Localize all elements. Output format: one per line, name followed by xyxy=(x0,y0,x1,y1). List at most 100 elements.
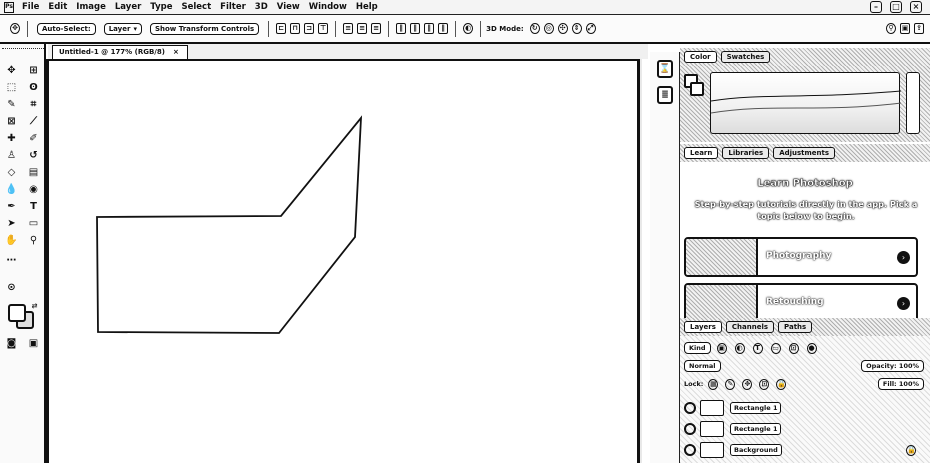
lock-image-icon[interactable]: ✎ xyxy=(725,378,736,390)
menu-image[interactable]: Image xyxy=(76,2,106,12)
tab-adjustments[interactable]: Adjustments xyxy=(773,147,836,159)
auto-align-icon[interactable]: ◐ xyxy=(463,23,474,34)
distribute-width-icon[interactable]: ‖ xyxy=(438,23,449,34)
visibility-eye-icon[interactable] xyxy=(684,444,696,456)
healing-brush-tool-icon[interactable]: ✚ xyxy=(5,132,18,145)
tab-swatches[interactable]: Swatches xyxy=(720,51,771,63)
foreground-color-swatch[interactable] xyxy=(8,304,26,322)
gradient-tool-icon[interactable]: ▤ xyxy=(27,166,40,179)
tab-color[interactable]: Color xyxy=(684,51,717,63)
learn-card-photography[interactable]: Photography › xyxy=(684,237,918,277)
distribute-hcenter-icon[interactable]: ‖ xyxy=(410,23,421,34)
eyedropper-tool-icon[interactable]: ⟋ xyxy=(27,115,40,128)
document-tab[interactable]: Untitled-1 @ 177% (RGB/8) × xyxy=(52,45,188,59)
canvas[interactable] xyxy=(46,59,640,463)
swap-colors-icon[interactable]: ⇄ xyxy=(28,300,41,313)
minimize-button[interactable]: – xyxy=(870,1,882,13)
workspace-icon[interactable]: ▣ xyxy=(900,23,910,34)
blur-tool-icon[interactable]: 💧 xyxy=(5,183,18,196)
opacity-field[interactable]: Opacity: 100% xyxy=(861,360,924,372)
show-transform-checkbox[interactable]: Show Transform Controls xyxy=(149,22,260,35)
layer-row[interactable]: Rectangle 1 xyxy=(680,398,930,418)
menu-edit[interactable]: Edit xyxy=(48,2,67,12)
lasso-tool-icon[interactable]: ʘ xyxy=(27,81,40,94)
screen-mode-icon[interactable]: ▣ xyxy=(27,337,40,350)
artboard-tool-icon[interactable]: ⊞ xyxy=(27,64,40,77)
rectangle-tool-icon[interactable]: ▭ xyxy=(27,217,40,230)
pen-tool-icon[interactable]: ✒ xyxy=(5,200,18,213)
menu-file[interactable]: File xyxy=(22,2,39,12)
history-panel-icon[interactable]: ⌛ xyxy=(657,60,673,78)
align-top-icon[interactable]: ⊤ xyxy=(318,23,329,34)
frame-tool-icon[interactable]: ⊠ xyxy=(5,115,18,128)
edit-toolbar-more-icon[interactable]: ⊙ xyxy=(5,281,18,294)
menu-view[interactable]: View xyxy=(277,2,300,12)
quick-select-tool-icon[interactable]: ✎ xyxy=(5,98,18,111)
tab-paths[interactable]: Paths xyxy=(778,321,813,333)
close-window-button[interactable]: × xyxy=(910,1,922,13)
share-icon[interactable]: ⇪ xyxy=(914,23,924,34)
tab-libraries[interactable]: Libraries xyxy=(722,147,770,159)
menu-layer[interactable]: Layer xyxy=(115,2,141,12)
filter-type-icon[interactable]: T xyxy=(752,342,763,354)
roll-3d-icon[interactable]: ◎ xyxy=(543,23,554,34)
properties-panel-icon[interactable]: ≣ xyxy=(657,86,673,104)
panel-grip[interactable] xyxy=(2,48,44,51)
auto-select-checkbox[interactable]: Auto-Select: xyxy=(37,22,96,35)
visibility-eye-icon[interactable] xyxy=(684,402,696,414)
lock-position-icon[interactable]: ✥ xyxy=(742,378,753,390)
distribute-left-icon[interactable]: ‖ xyxy=(396,23,407,34)
filter-shape-icon[interactable]: ▭ xyxy=(770,342,781,354)
distribute-right-icon[interactable]: ‖ xyxy=(424,23,435,34)
auto-select-dropdown[interactable]: Layer ▾ xyxy=(103,22,142,35)
filter-adjustment-icon[interactable]: ◐ xyxy=(734,342,745,354)
move-tool-icon[interactable]: ✥ xyxy=(10,23,20,34)
hue-slider[interactable] xyxy=(906,72,920,134)
menu-window[interactable]: Window xyxy=(309,2,347,12)
layer-filter-dropdown[interactable]: Kind xyxy=(684,342,711,354)
shape-path[interactable] xyxy=(96,115,363,334)
type-tool-icon[interactable]: T xyxy=(27,200,40,213)
quick-mask-icon[interactable]: ◙ xyxy=(5,337,18,350)
align-left-icon[interactable]: ⊏ xyxy=(276,23,287,34)
lock-transparent-icon[interactable]: ▦ xyxy=(708,378,719,390)
layer-row[interactable]: Background 🔒 xyxy=(680,440,930,460)
tab-layers[interactable]: Layers xyxy=(684,321,722,333)
move-tool-icon[interactable]: ✥ xyxy=(5,64,18,77)
background-color-swatch[interactable] xyxy=(690,82,704,96)
menu-select[interactable]: Select xyxy=(181,2,211,12)
drag-3d-icon[interactable]: ✣ xyxy=(557,23,568,34)
lock-all-icon[interactable]: 🔒 xyxy=(776,378,787,390)
scale-3d-icon[interactable]: ⤢ xyxy=(585,23,596,34)
marquee-tool-icon[interactable]: ⬚ xyxy=(5,81,18,94)
distribute-top-icon[interactable]: ≡ xyxy=(343,23,354,34)
eraser-tool-icon[interactable]: ◇ xyxy=(5,166,18,179)
orbit-3d-icon[interactable]: ↻ xyxy=(529,23,540,34)
brush-tool-icon[interactable]: ✐ xyxy=(27,132,40,145)
crop-tool-icon[interactable]: ⌗ xyxy=(27,98,40,111)
distribute-middle-icon[interactable]: ≡ xyxy=(357,23,368,34)
menu-filter[interactable]: Filter xyxy=(220,2,246,12)
path-selection-tool-icon[interactable]: ➤ xyxy=(5,217,18,230)
tab-channels[interactable]: Channels xyxy=(725,321,775,333)
dodge-tool-icon[interactable]: ◉ xyxy=(27,183,40,196)
lock-artboard-icon[interactable]: ⊡ xyxy=(759,378,770,390)
fill-field[interactable]: Fill: 100% xyxy=(877,378,924,390)
menu-help[interactable]: Help xyxy=(356,2,378,12)
filter-toggle-icon[interactable]: ● xyxy=(806,342,817,354)
zoom-tool-icon[interactable]: ⚲ xyxy=(27,234,40,247)
tab-learn[interactable]: Learn xyxy=(684,147,719,159)
maximize-button[interactable]: □ xyxy=(890,1,902,13)
hand-tool-icon[interactable]: ✋ xyxy=(5,234,18,247)
layer-row[interactable]: Rectangle 1 xyxy=(680,419,930,439)
slide-3d-icon[interactable]: ⇕ xyxy=(571,23,582,34)
align-right-icon[interactable]: ⊐ xyxy=(304,23,315,34)
filter-smart-icon[interactable]: ⊡ xyxy=(788,342,799,354)
color-spectrum[interactable] xyxy=(710,72,902,134)
distribute-bottom-icon[interactable]: ≡ xyxy=(371,23,382,34)
close-tab-icon[interactable]: × xyxy=(173,46,179,59)
panel-divider[interactable] xyxy=(637,59,642,463)
visibility-eye-icon[interactable] xyxy=(684,423,696,435)
clone-stamp-tool-icon[interactable]: ♙ xyxy=(5,149,18,162)
align-center-icon[interactable]: ⊓ xyxy=(290,23,301,34)
